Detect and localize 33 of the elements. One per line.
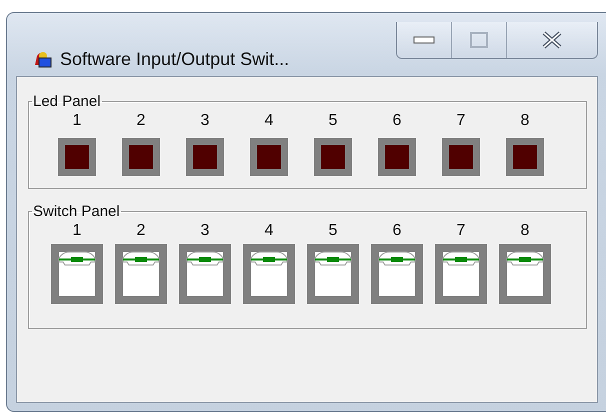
toggle-switch[interactable] (51, 244, 103, 304)
group-title: Switch Panel (32, 203, 121, 220)
toggle-switch[interactable] (243, 244, 295, 304)
switch-number: 2 (136, 222, 146, 240)
switch-number: 1 (72, 222, 82, 240)
toggle-switch[interactable] (179, 244, 231, 304)
switch-number: 5 (328, 222, 338, 240)
switch-number: 8 (520, 222, 530, 240)
group-title: Led Panel (32, 93, 102, 110)
maximize-icon (470, 32, 488, 48)
led-number: 6 (392, 112, 402, 130)
switch-number: 3 (200, 222, 210, 240)
switch-number: 6 (392, 222, 402, 240)
led-number: 1 (72, 112, 82, 130)
toggle-switch[interactable] (307, 244, 359, 304)
toggle-switch[interactable] (115, 244, 167, 304)
led-number: 5 (328, 112, 338, 130)
toggle-switch[interactable] (371, 244, 423, 304)
close-button[interactable] (506, 22, 597, 58)
toggle-switch[interactable] (435, 244, 487, 304)
led-number: 2 (136, 112, 146, 130)
led-number: 8 (520, 112, 530, 130)
toggle-switch[interactable] (499, 244, 551, 304)
led-number: 7 (456, 112, 466, 130)
window-title: Software Input/Output Swit... (60, 49, 290, 70)
led-number: 3 (200, 112, 210, 130)
led-number: 4 (264, 112, 274, 130)
close-icon (541, 31, 563, 49)
minimize-icon (413, 36, 435, 44)
app-icon (32, 50, 52, 68)
switch-number: 7 (456, 222, 466, 240)
switch-number: 4 (264, 222, 274, 240)
minimize-button[interactable] (397, 22, 451, 58)
